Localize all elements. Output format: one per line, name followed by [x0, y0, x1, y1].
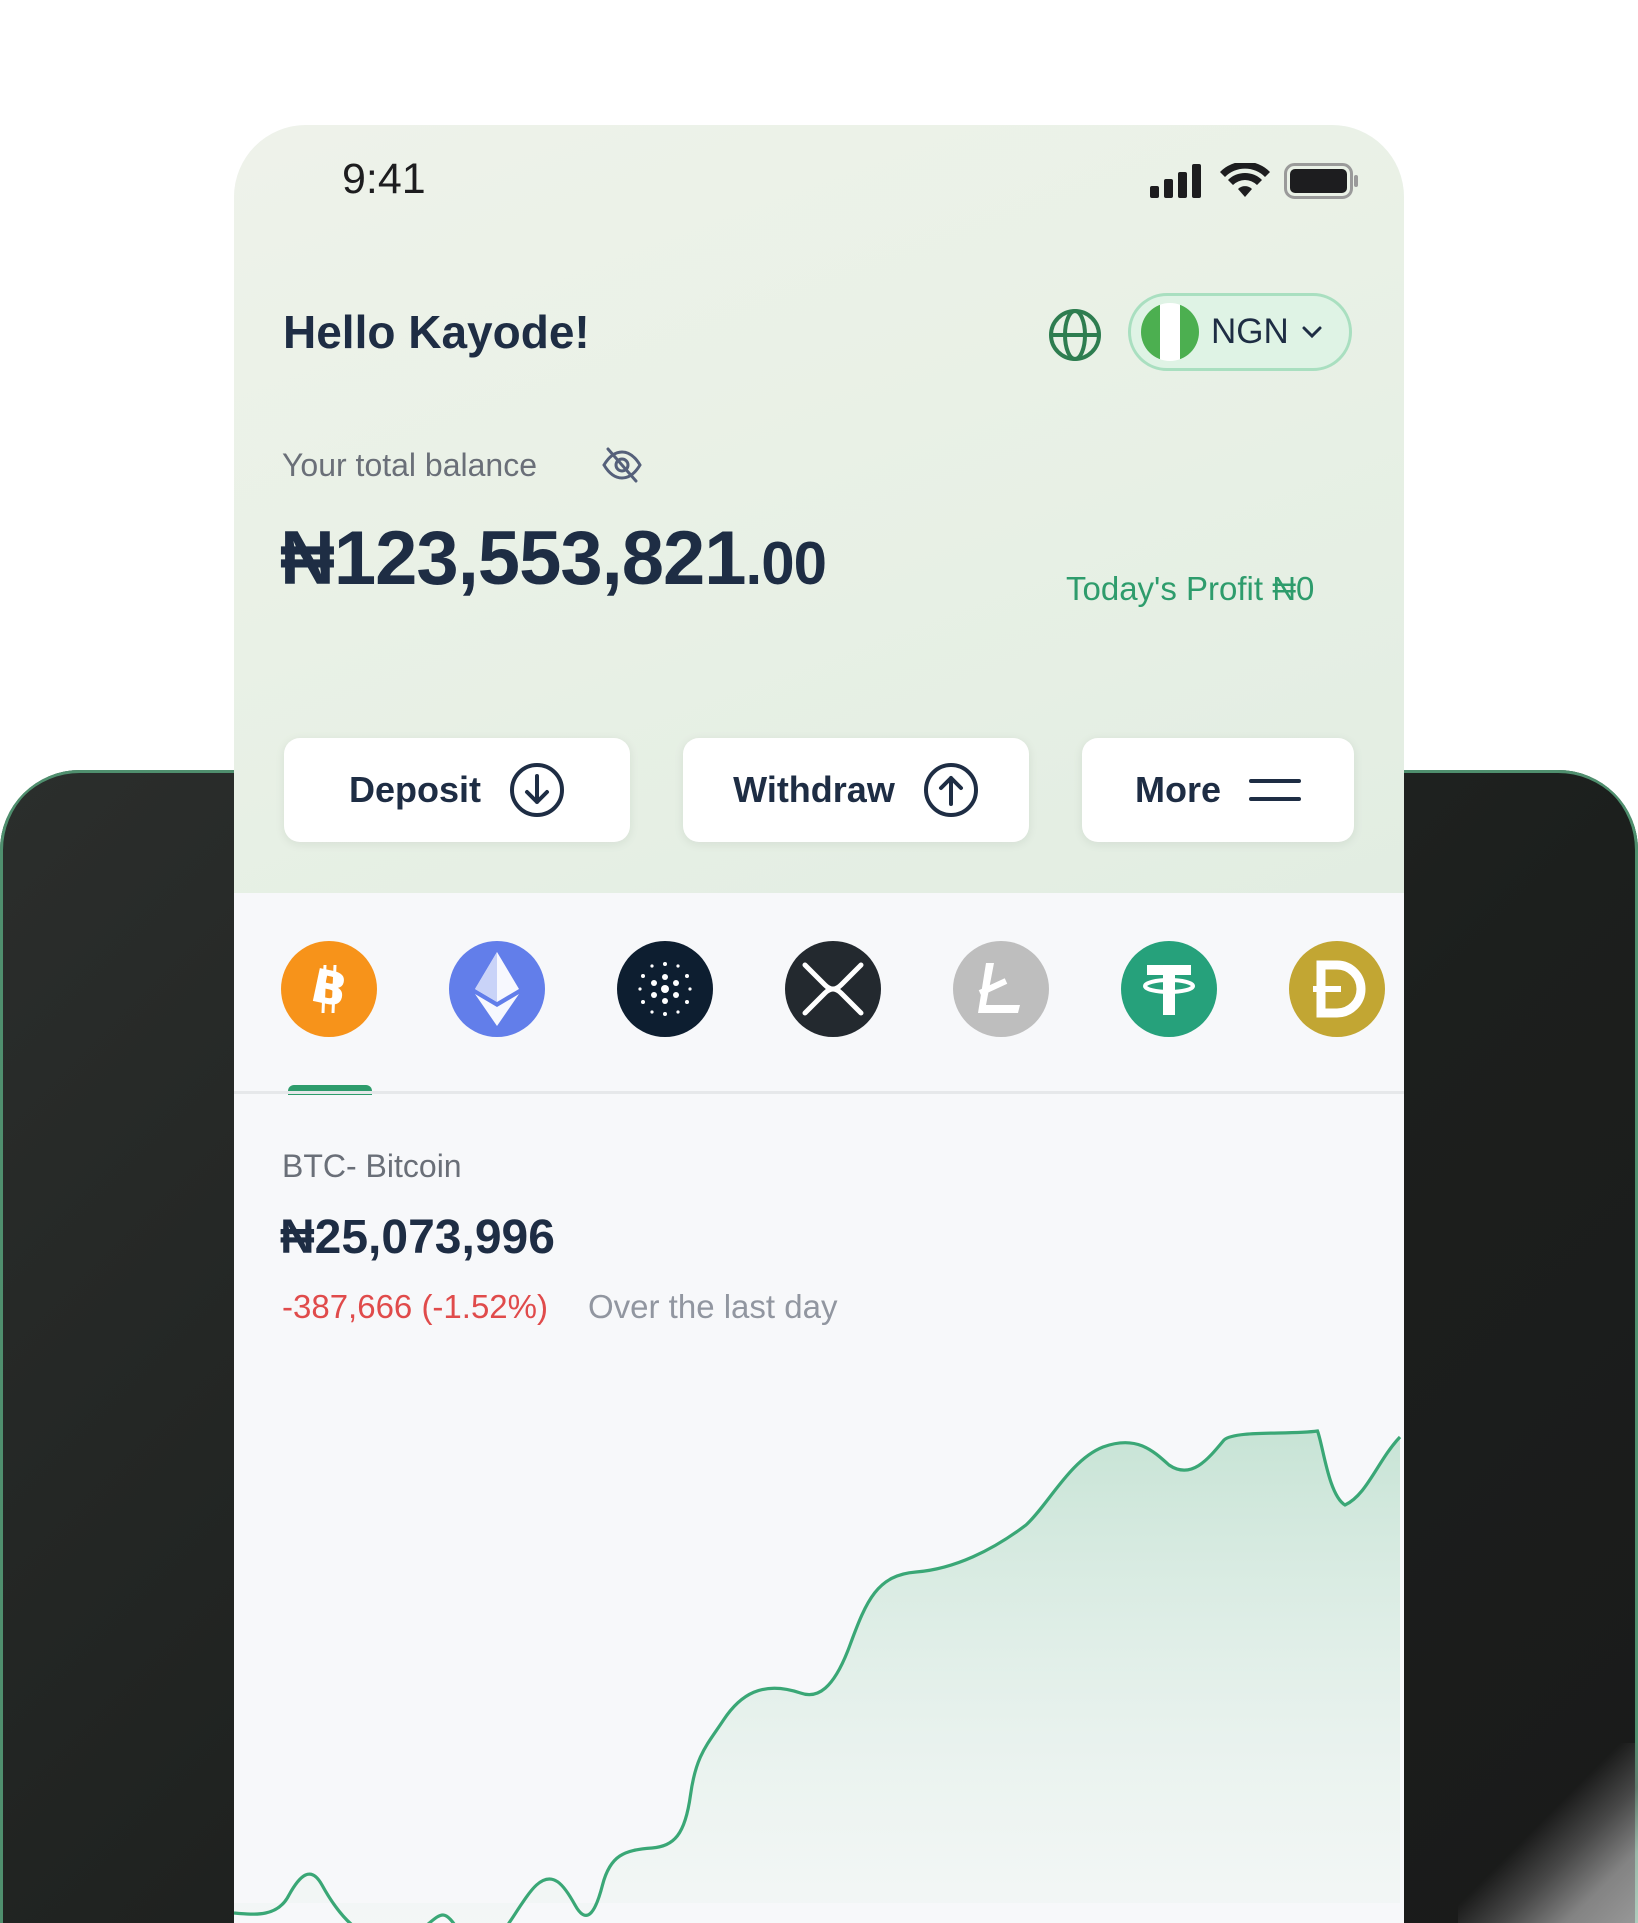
cardano-icon[interactable] — [617, 941, 713, 1037]
currency-label: NGN — [1211, 312, 1289, 351]
status-time: 9:41 — [342, 155, 426, 203]
asset-period: Over the last day — [588, 1288, 838, 1325]
chart-area — [234, 1431, 1401, 1923]
withdraw-button[interactable]: Withdraw — [683, 738, 1029, 842]
ethereum-icon[interactable] — [449, 941, 545, 1037]
deposit-button[interactable]: Deposit — [284, 738, 630, 842]
balance-header: 9:41 Hello Kayode! NGN Your total balanc… — [234, 125, 1404, 893]
deposit-label: Deposit — [348, 769, 481, 810]
greeting: Hello Kayode! — [283, 306, 590, 358]
asset-change: -387,666 (-1.52%) — [282, 1288, 548, 1325]
arrow-down-circle-icon — [510, 763, 564, 817]
withdraw-label: Withdraw — [733, 769, 895, 810]
phone-screen: 9:41 Hello Kayode! NGN Your total balanc… — [234, 125, 1404, 1923]
battery-icon — [1284, 163, 1358, 199]
wifi-icon — [1220, 163, 1270, 197]
more-button[interactable]: More — [1082, 738, 1354, 842]
corner-decoration — [1458, 1743, 1638, 1923]
bitcoin-icon[interactable]: B — [281, 941, 377, 1037]
dogecoin-icon[interactable] — [1289, 941, 1385, 1037]
litecoin-icon[interactable] — [953, 941, 1049, 1037]
chevron-down-icon — [1302, 326, 1322, 339]
globe-icon[interactable] — [1047, 307, 1103, 363]
eye-off-icon[interactable] — [600, 443, 644, 487]
asset-price: ₦25,073,996 — [280, 1211, 555, 1264]
coin-selector: B — [234, 893, 1404, 1093]
balance-decimals: .00 — [745, 530, 827, 597]
nigeria-flag-icon — [1141, 303, 1199, 361]
price-chart[interactable] — [234, 1395, 1404, 1923]
arrow-up-circle-icon — [923, 763, 978, 817]
balance-label: Your total balance — [282, 447, 538, 483]
divider — [234, 1091, 1404, 1094]
status-icons — [1150, 163, 1360, 199]
asset-name: BTC- Bitcoin — [282, 1148, 462, 1184]
balance-main: ₦123,553,821 — [280, 516, 747, 601]
tether-icon[interactable] — [1121, 941, 1217, 1037]
todays-profit: Today's Profit ₦0 — [1066, 570, 1315, 607]
signal-icon — [1150, 164, 1201, 198]
menu-icon — [1249, 779, 1301, 801]
more-label: More — [1134, 769, 1221, 810]
total-balance: ₦123,553,821.00 — [280, 515, 827, 602]
svg-text:B: B — [306, 959, 352, 1018]
currency-selector[interactable]: NGN — [1128, 293, 1352, 371]
xrp-icon[interactable] — [785, 941, 881, 1037]
